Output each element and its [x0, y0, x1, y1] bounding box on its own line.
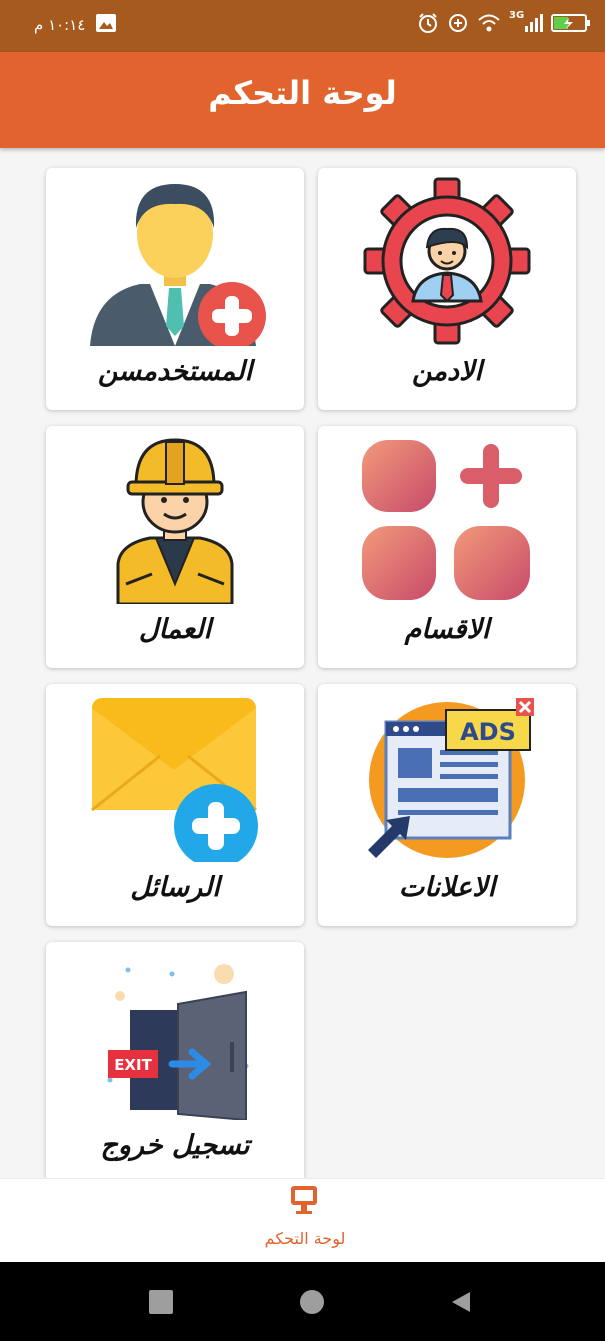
ads-icon: ADS [368, 698, 534, 858]
dashboard-grid: الادمن المستخدمسن الاقسام العمال ADS الا… [0, 148, 605, 1184]
status-icons: 3G [417, 10, 591, 34]
alarm-icon [419, 13, 437, 33]
signal-3g-icon: 3G [509, 10, 543, 34]
app-bar: لوحة التحكم [0, 52, 605, 148]
card-label: الاعلانات [398, 872, 496, 903]
wifi-icon [478, 14, 500, 32]
card-categories[interactable]: الاقسام [318, 426, 576, 668]
bottom-nav: لوحة التحكم [0, 1178, 605, 1263]
data-saver-icon [449, 14, 467, 32]
card-label: المستخدمسن [97, 356, 253, 387]
image-icon [96, 14, 116, 32]
card-admin[interactable]: الادمن [318, 168, 576, 410]
card-label: الادمن [412, 356, 482, 387]
card-label: الرسائل [130, 872, 220, 903]
add-message-icon [91, 698, 258, 862]
network-label: 3G [509, 10, 525, 21]
card-workers[interactable]: العمال [46, 426, 304, 668]
card-logout[interactable]: EXIT تسجيل خروج [46, 942, 304, 1184]
admin-gear-icon [363, 177, 531, 345]
worker-icon [116, 438, 234, 604]
exit-sign-text: EXIT [114, 1056, 152, 1074]
nav-item-dashboard[interactable]: لوحة التحكم [230, 1179, 380, 1263]
card-label: تسجيل خروج [100, 1130, 250, 1161]
status-time: ١٠:١٤ م [34, 16, 86, 34]
back-icon[interactable] [448, 1290, 472, 1314]
card-messages[interactable]: الرسائل [46, 684, 304, 926]
exit-door-icon: EXIT [107, 964, 249, 1120]
battery-charging-icon [551, 14, 590, 32]
nav-item-label: لوحة التحكم [264, 1229, 346, 1248]
monitor-icon [291, 1186, 317, 1214]
add-category-icon [362, 440, 530, 600]
card-label: الاقسام [404, 614, 490, 645]
card-users[interactable]: المستخدمسن [46, 168, 304, 410]
add-user-icon [90, 184, 266, 346]
card-label: العمال [138, 614, 212, 645]
card-ads[interactable]: ADS الاعلانات [318, 684, 576, 926]
ads-badge-text: ADS [460, 718, 516, 746]
page-title: لوحة التحكم [208, 74, 397, 112]
recent-apps-icon[interactable] [149, 1290, 173, 1314]
home-icon[interactable] [300, 1290, 324, 1314]
status-bar: ١٠:١٤ م 3G [0, 0, 605, 52]
system-nav-bar [0, 1262, 605, 1341]
